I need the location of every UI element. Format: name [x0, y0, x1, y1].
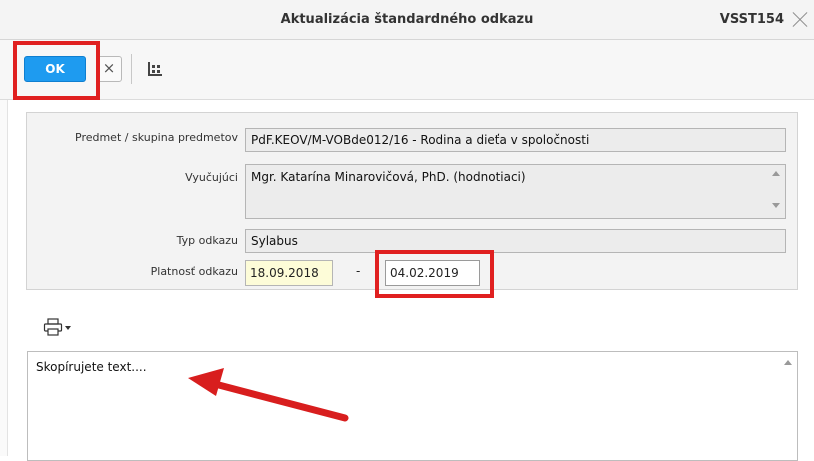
scroll-up-icon[interactable] [772, 171, 780, 176]
scroll-up-icon[interactable] [784, 360, 792, 365]
text-editor[interactable]: Skopírujete text.... [27, 351, 798, 461]
editor-scrollbar[interactable] [780, 352, 797, 456]
subject-label: Predmet / skupina predmetov [75, 131, 238, 144]
subject-field: PdF.KEOV/M-VOBde012/16 - Rodina a dieťa … [245, 128, 786, 152]
window-title: Aktualizácia štandardného odkazu [280, 12, 534, 27]
validity-from-input[interactable]: 18.09.2018 [245, 260, 333, 286]
validity-label: Platnosť odkazu [150, 265, 238, 278]
window-left-edge [0, 100, 8, 456]
print-icon[interactable] [43, 318, 63, 336]
window-code: VSST154 [719, 12, 784, 27]
print-dropdown-icon[interactable] [65, 326, 71, 330]
type-label: Typ odkazu [176, 234, 238, 247]
grid-icon[interactable] [147, 61, 163, 77]
teacher-scrollbar[interactable] [768, 165, 785, 218]
scroll-down-icon[interactable] [772, 203, 780, 208]
ok-highlight [13, 41, 100, 100]
close-icon[interactable] [792, 12, 808, 28]
teacher-field: Mgr. Katarína Minarovičová, PhD. (hodnot… [245, 164, 786, 219]
validity-separator: - [356, 264, 361, 278]
type-field: Sylabus [245, 229, 786, 253]
date-highlight [375, 250, 494, 298]
arrow-annotation [188, 368, 349, 422]
toolbar [0, 40, 814, 100]
toolbar-divider [131, 54, 132, 84]
teacher-label: Vyučujúci [185, 171, 238, 184]
